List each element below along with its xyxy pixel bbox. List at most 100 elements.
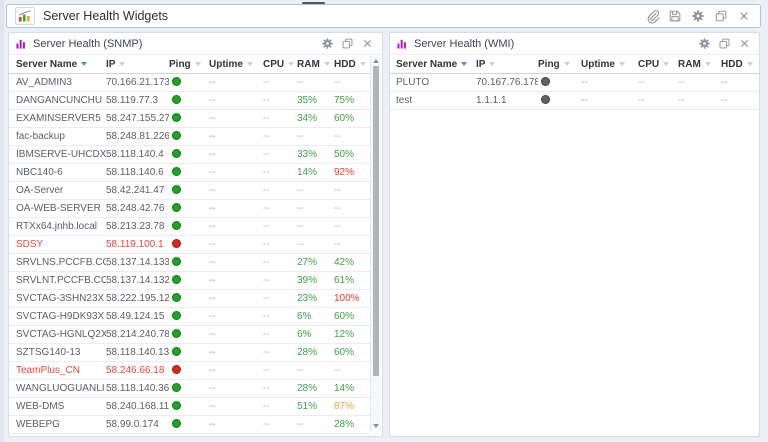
scroll-down-icon[interactable]: [373, 424, 379, 428]
table-row[interactable]: AV_ADMIN370.166.21.173--------: [9, 74, 370, 92]
uptime-value: --: [209, 311, 263, 322]
uptime-value: --: [209, 149, 263, 160]
hdd-value: 42%: [334, 257, 370, 268]
table-row[interactable]: EXAMINSERVER558.247.155.27----34%60%: [9, 110, 370, 128]
table-row[interactable]: SVCTAG-HGNLQ2X58.214.240.78----6%12%: [9, 326, 370, 344]
server-name: EXAMINSERVER5: [16, 113, 106, 124]
table-row[interactable]: OA-Server58.42.241.47--------: [9, 182, 370, 200]
server-ip: 58.118.140.13: [106, 347, 169, 358]
column-header-cpu[interactable]: CPU: [638, 59, 678, 70]
cpu-value: --: [638, 95, 678, 106]
uptime-value: --: [209, 419, 263, 430]
column-header-ping[interactable]: Ping: [538, 59, 581, 70]
table-row[interactable]: IBMSERVE-UHCDXN58.118.140.4----33%50%: [9, 146, 370, 164]
scroll-up-icon[interactable]: [373, 59, 379, 63]
column-header-ip[interactable]: IP: [476, 59, 538, 70]
vertical-scrollbar[interactable]: [370, 56, 381, 431]
column-label: IP: [106, 59, 115, 70]
table-row[interactable]: WEB-DMS58.240.168.118----51%87%: [9, 398, 370, 416]
ping-cell: [169, 275, 209, 287]
column-header-cpu[interactable]: CPU: [263, 59, 297, 70]
column-header-server-name[interactable]: Server Name: [396, 59, 476, 70]
column-header-hdd[interactable]: HDD: [334, 59, 370, 70]
status-up-icon: [172, 131, 181, 140]
table-row[interactable]: SDSY58.119.100.1--------: [9, 236, 370, 254]
close-icon[interactable]: [360, 37, 374, 51]
table-row[interactable]: NBC140-658.118.140.6----14%92%: [9, 164, 370, 182]
column-label: Ping: [538, 59, 560, 70]
table-row[interactable]: DANGANCUNCHU58.119.77.3----35%75%: [9, 92, 370, 110]
status-up-icon: [172, 77, 181, 86]
restore-windows-icon[interactable]: [717, 37, 731, 51]
table-row[interactable]: OA-WEB-SERVER58.248.42.76--------: [9, 200, 370, 218]
status-down-icon: [172, 239, 181, 248]
server-name: WEBEPG: [16, 419, 106, 430]
ping-cell: [169, 113, 209, 125]
uptime-value: --: [209, 131, 263, 142]
sort-icon: [564, 62, 570, 66]
uptime-value: --: [209, 275, 263, 286]
table-row[interactable]: PLUTO70.167.76.178--------: [390, 74, 759, 92]
gear-icon[interactable]: [697, 37, 711, 51]
table-row[interactable]: SZTSG140-1358.118.140.13----28%60%: [9, 344, 370, 362]
server-ip: 58.119.77.3: [106, 95, 169, 106]
uptime-value: --: [209, 329, 263, 340]
table-row[interactable]: SRVLNS.PCCFB.COM58.137.14.133----27%42%: [9, 254, 370, 272]
ping-cell: [169, 149, 209, 161]
column-header-uptime[interactable]: Uptime: [581, 59, 638, 70]
server-name: SVCTAG-3SHN23X: [16, 293, 106, 304]
gear-icon[interactable]: [320, 37, 334, 51]
uptime-value: --: [209, 365, 263, 376]
column-header-ram[interactable]: RAM: [678, 59, 721, 70]
ping-cell: [169, 95, 209, 107]
ram-value: --: [297, 185, 334, 196]
paperclip-icon[interactable]: [644, 8, 660, 24]
table-row[interactable]: SVCTAG-H9DK93X58.49.124.15----6%60%: [9, 308, 370, 326]
hdd-value: --: [334, 185, 370, 196]
restore-windows-icon[interactable]: [340, 37, 354, 51]
column-header-uptime[interactable]: Uptime: [209, 59, 263, 70]
ram-value: --: [297, 239, 334, 250]
cpu-value: --: [263, 149, 297, 160]
save-icon[interactable]: [667, 8, 683, 24]
close-icon[interactable]: [736, 8, 752, 24]
cpu-value: --: [263, 257, 297, 268]
server-name: AV_ADMIN3: [16, 77, 106, 88]
table-row[interactable]: SRVLNT.PCCFB.COM58.137.14.132----39%61%: [9, 272, 370, 290]
gear-icon[interactable]: [690, 8, 706, 24]
hdd-value: --: [334, 221, 370, 232]
status-up-icon: [172, 293, 181, 302]
column-header-hdd[interactable]: HDD: [721, 59, 759, 70]
status-up-icon: [172, 275, 181, 284]
hdd-value: --: [334, 365, 370, 376]
server-name: OA-Server: [16, 185, 106, 196]
close-icon[interactable]: [737, 37, 751, 51]
status-up-icon: [172, 347, 181, 356]
scrollbar-thumb[interactable]: [373, 66, 379, 376]
table-row[interactable]: RTXx64.jnhb.local58.213.23.78--------: [9, 218, 370, 236]
titlebar: Server Health Widgets: [6, 4, 761, 28]
server-ip: 58.248.42.76: [106, 203, 169, 214]
column-label: IP: [476, 59, 485, 70]
table-row[interactable]: test1.1.1.1--------: [390, 92, 759, 110]
server-ip: 58.119.100.1: [106, 239, 169, 250]
uptime-value: --: [209, 95, 263, 106]
ram-value: 33%: [297, 149, 334, 160]
table-row[interactable]: WEBEPG58.99.0.174------28%: [9, 416, 370, 434]
server-name: OA-WEB-SERVER: [16, 203, 106, 214]
hdd-value: 92%: [334, 167, 370, 178]
server-name: DANGANCUNCHU: [16, 95, 106, 106]
column-label: Ping: [169, 59, 191, 70]
table-row[interactable]: fac-backup58.248.81.226--------: [9, 128, 370, 146]
server-ip: 58.118.140.6: [106, 167, 169, 178]
column-header-ram[interactable]: RAM: [297, 59, 334, 70]
column-header-server-name[interactable]: Server Name: [16, 59, 106, 70]
restore-windows-icon[interactable]: [713, 8, 729, 24]
uptime-value: --: [209, 257, 263, 268]
table-row[interactable]: TeamPlus_CN58.246.66.18--------: [9, 362, 370, 380]
table-row[interactable]: SVCTAG-3SHN23X58.222.195.123----23%100%: [9, 290, 370, 308]
table-row[interactable]: WANGLUOGUANLI58.118.140.36----28%14%: [9, 380, 370, 398]
left-edge-strip: [0, 0, 4, 442]
column-header-ping[interactable]: Ping: [169, 59, 209, 70]
column-header-ip[interactable]: IP: [106, 59, 169, 70]
